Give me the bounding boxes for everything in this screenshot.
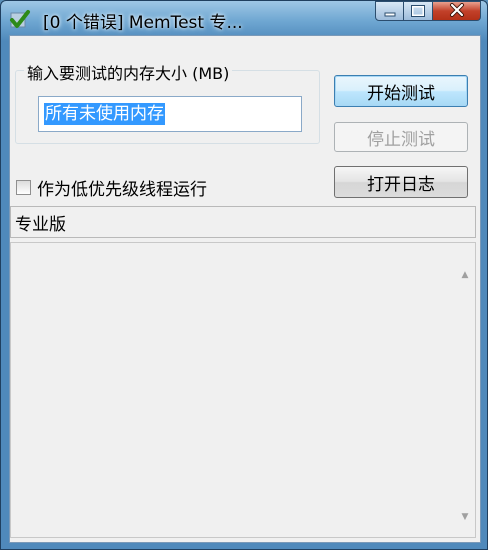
caption-buttons: [375, 1, 481, 22]
close-icon: [449, 2, 465, 21]
start-test-button[interactable]: 开始测试: [334, 75, 468, 107]
memory-size-value: 所有未使用内存: [44, 103, 165, 125]
minimize-button[interactable]: [375, 1, 404, 21]
scroll-down-arrow-icon[interactable]: ▼: [455, 507, 475, 527]
edition-status-bar: 专业版: [10, 206, 476, 238]
maximize-button[interactable]: [404, 1, 433, 21]
low-priority-label: 作为低优先级线程运行: [37, 179, 207, 200]
client-area: 输入要测试的内存大小 (MB) 所有未使用内存 开始测试 停止测试 打开日志 作…: [9, 35, 481, 543]
memory-size-input[interactable]: 所有未使用内存: [38, 96, 302, 132]
memtest-window: [0 个错误] MemTest 专... 输入要测试的内存大小 (MB) 所有未…: [0, 0, 488, 550]
close-button[interactable]: [433, 1, 481, 21]
low-priority-option[interactable]: 作为低优先级线程运行: [16, 176, 207, 200]
minimize-icon: [384, 2, 396, 21]
edition-label: 专业版: [15, 215, 66, 235]
scroll-up-arrow-icon[interactable]: ▲: [455, 265, 475, 285]
memtest-check-icon: [9, 9, 30, 29]
low-priority-checkbox[interactable]: [16, 179, 31, 195]
window-title: [0 个错误] MemTest 专...: [43, 13, 243, 33]
vertical-scrollbar[interactable]: ▲ ▼: [455, 243, 475, 537]
title-bar[interactable]: [0 个错误] MemTest 专...: [1, 1, 487, 35]
log-text-area[interactable]: ▲ ▼: [10, 242, 476, 538]
size-group-label: 输入要测试的内存大小 (MB): [24, 60, 233, 84]
stop-test-button[interactable]: 停止测试: [334, 122, 468, 152]
maximize-icon: [411, 2, 425, 21]
open-log-button[interactable]: 打开日志: [334, 166, 468, 198]
